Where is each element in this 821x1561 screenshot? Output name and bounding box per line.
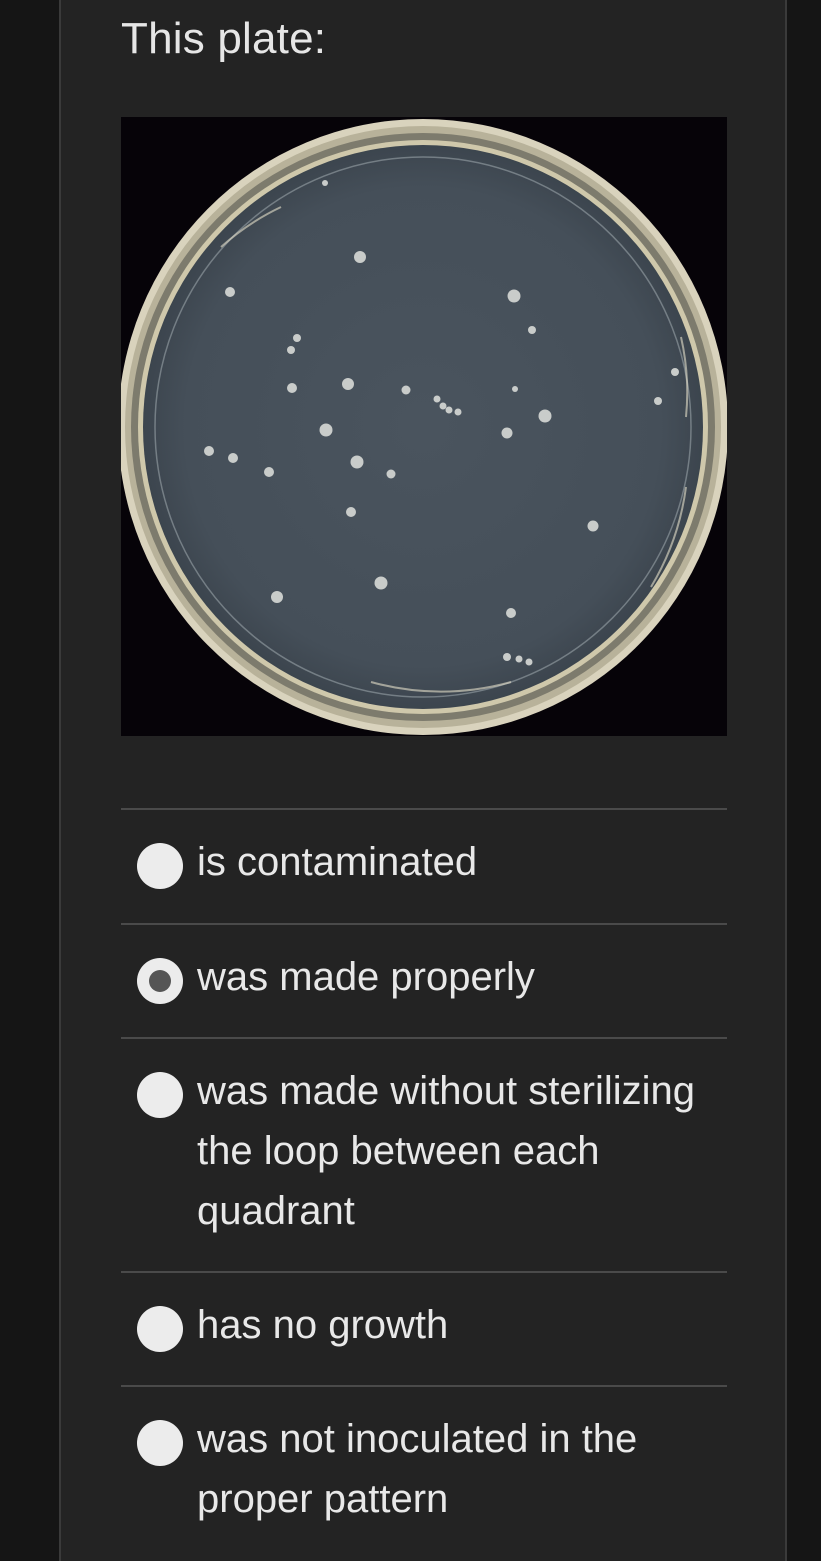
option-has-no-growth[interactable]: has no growth xyxy=(121,1271,727,1385)
option-label: was made without sterilizing the loop be… xyxy=(197,1069,695,1233)
petri-dish-illustration xyxy=(121,119,727,735)
radio-button[interactable] xyxy=(137,1072,183,1118)
option-not-inoculated-proper-pattern[interactable]: was not inoculated in the proper pattern xyxy=(121,1385,727,1555)
agar-surface xyxy=(143,145,703,709)
radio-button[interactable] xyxy=(137,1306,183,1352)
answer-options: is contaminated was made properly was ma… xyxy=(121,808,727,1555)
radio-button-selected[interactable] xyxy=(137,958,183,1004)
option-is-contaminated[interactable]: is contaminated xyxy=(121,808,727,923)
radio-button[interactable] xyxy=(137,843,183,889)
petri-dish-image xyxy=(121,117,727,736)
option-label: is contaminated xyxy=(197,840,478,884)
option-without-sterilizing-loop[interactable]: was made without sterilizing the loop be… xyxy=(121,1037,727,1271)
question-text: This plate: xyxy=(121,14,327,63)
radio-button[interactable] xyxy=(137,1420,183,1466)
option-label: was not inoculated in the proper pattern xyxy=(197,1417,638,1521)
option-label: was made properly xyxy=(197,955,535,999)
option-label: has no growth xyxy=(197,1303,449,1347)
option-was-made-properly[interactable]: was made properly xyxy=(121,923,727,1037)
